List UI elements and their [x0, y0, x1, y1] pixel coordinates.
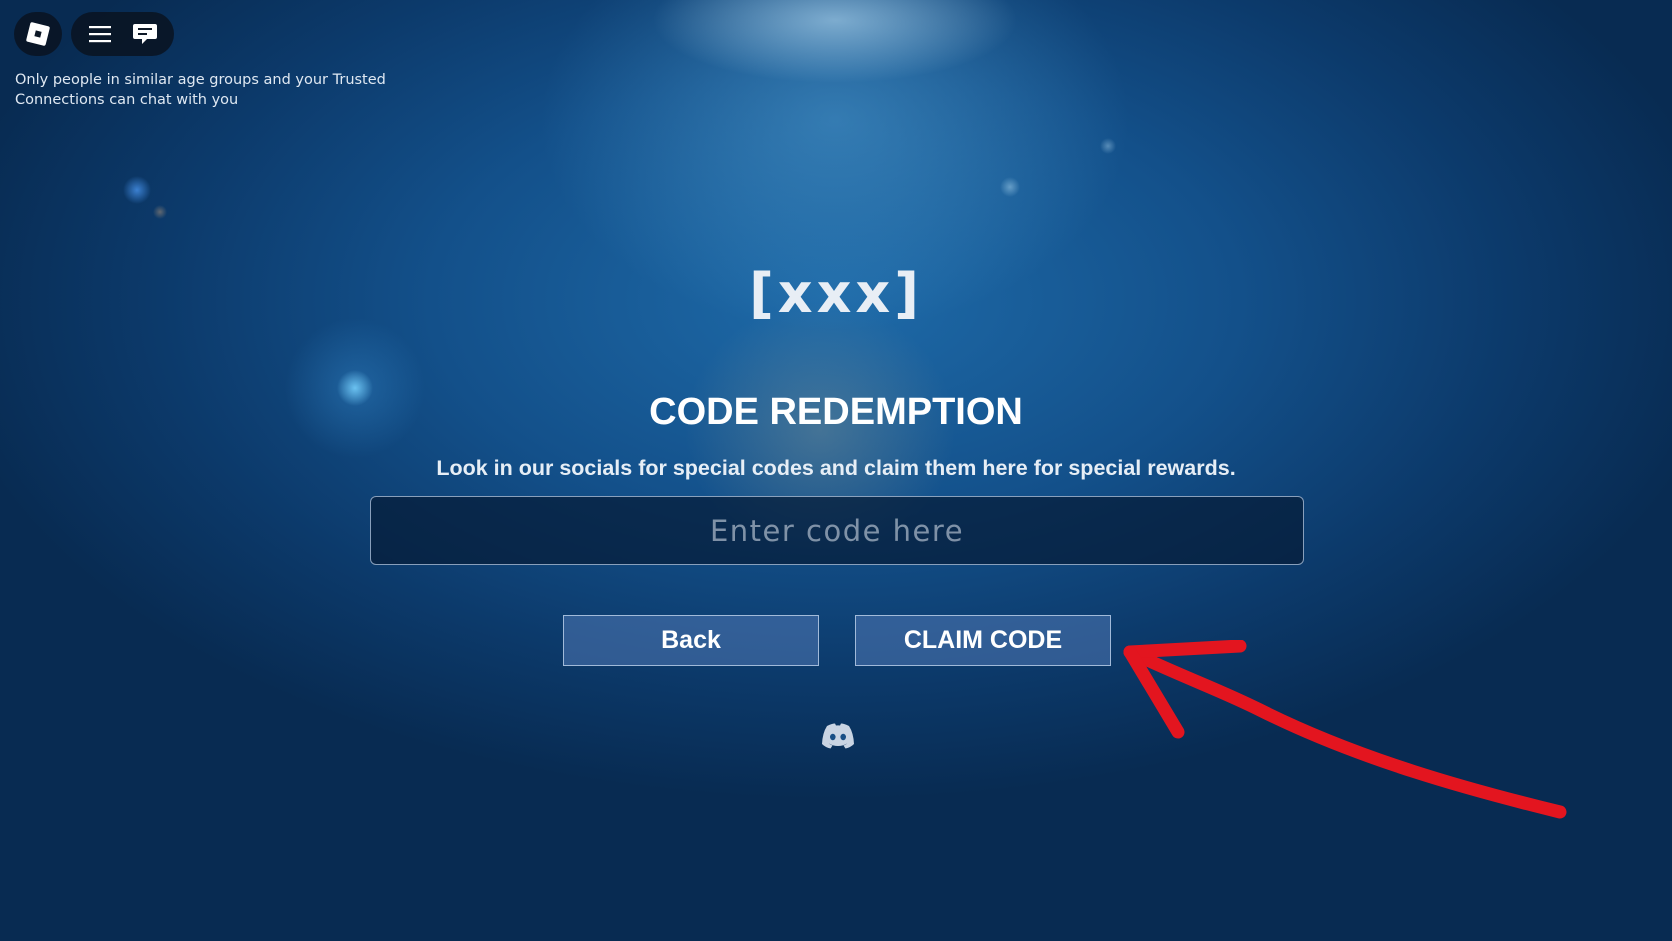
- top-bar: [14, 12, 174, 56]
- hamburger-menu-button[interactable]: [82, 16, 118, 52]
- roblox-logo-icon: [25, 21, 51, 47]
- back-button[interactable]: Back: [563, 615, 819, 666]
- code-input[interactable]: [370, 496, 1304, 565]
- page-subtitle: Look in our socials for special codes an…: [436, 456, 1236, 480]
- hamburger-menu-icon: [88, 26, 111, 43]
- page-title: CODE REDEMPTION: [649, 391, 1023, 433]
- claim-code-button[interactable]: CLAIM CODE: [855, 615, 1111, 666]
- menu-chat-pill: [71, 12, 174, 56]
- chat-icon: [133, 24, 158, 44]
- game-logo: [xxx]: [749, 262, 923, 325]
- discord-icon[interactable]: [821, 722, 855, 750]
- roblox-menu-button[interactable]: [14, 12, 62, 56]
- chat-restriction-notice: Only people in similar age groups and yo…: [15, 72, 386, 108]
- chat-button[interactable]: [127, 16, 163, 52]
- annotation-arrow: [1123, 640, 1567, 819]
